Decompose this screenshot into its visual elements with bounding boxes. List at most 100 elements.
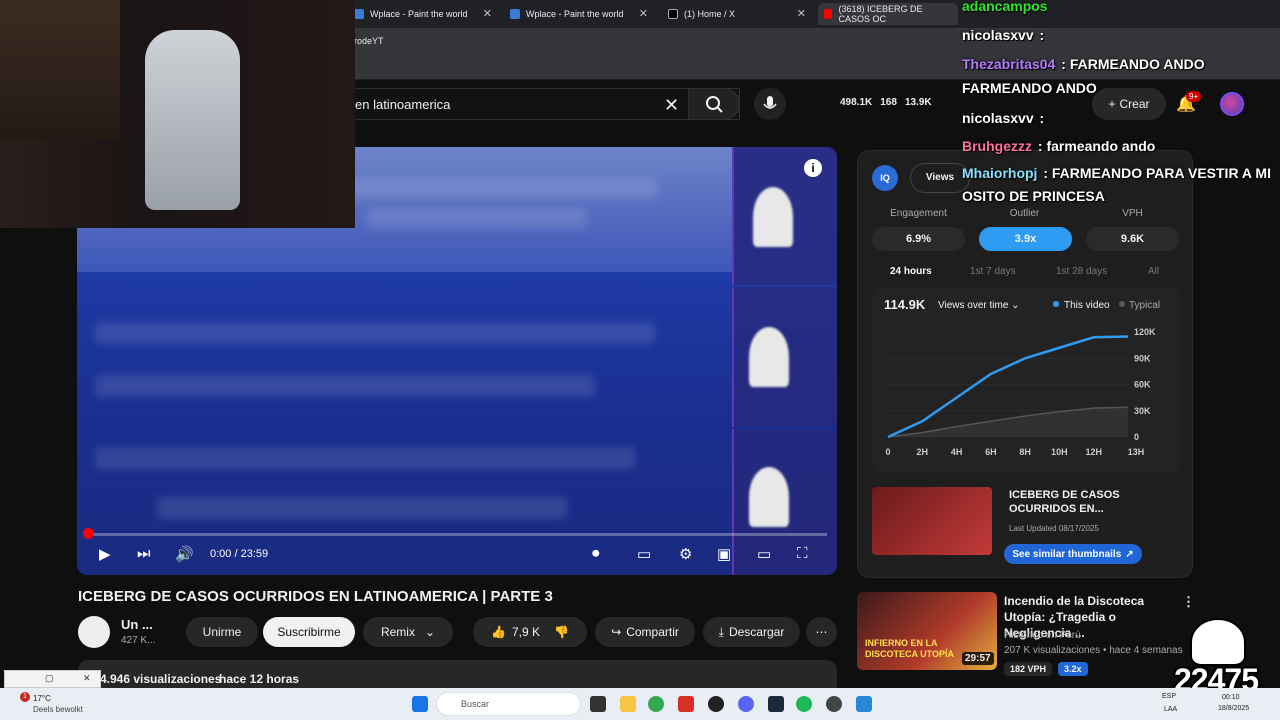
- metric-vph: 9.6K: [1086, 227, 1179, 251]
- share-icon: ↪: [611, 625, 622, 639]
- chat-text: : FARMEANDO ANDO: [1061, 56, 1205, 72]
- close-icon[interactable]: ✕: [83, 673, 91, 684]
- weather-temperature[interactable]: 17°C: [33, 694, 51, 703]
- tab-label: (3618) ICEBERG DE CASOS OC: [838, 4, 923, 24]
- progress-scrubber[interactable]: [83, 528, 94, 539]
- chat-username: Thezabritas04: [962, 56, 1056, 72]
- recommended-meta: 207 K visualizaciones • hace 4 semanas: [1004, 645, 1183, 656]
- search-button[interactable]: [688, 88, 740, 120]
- remix-label: Remix: [380, 625, 415, 639]
- windows-taskbar: [0, 688, 1280, 720]
- progress-bar[interactable]: [87, 533, 827, 536]
- app-icon[interactable]: [856, 696, 872, 712]
- stick-figure: [753, 187, 793, 247]
- tab-x-home[interactable]: (1) Home / X ✕: [662, 3, 812, 25]
- clock-time[interactable]: 00:10: [1222, 694, 1240, 701]
- blurred-text: [367, 207, 587, 229]
- app-icon[interactable]: [678, 696, 694, 712]
- share-button[interactable]: ↪ Compartir: [595, 617, 695, 647]
- like-button[interactable]: 👍 7,9 K 👎: [473, 617, 587, 647]
- chrome-icon[interactable]: [648, 696, 664, 712]
- x-tick-label: 2H: [917, 447, 929, 457]
- minimize-icon[interactable]: ▢: [45, 673, 54, 684]
- legend-dot-this: [1053, 301, 1059, 307]
- x-tick-label: 13H: [1128, 447, 1145, 457]
- extension-stats: 498.1K 168 13.9K: [840, 97, 932, 108]
- range-24h[interactable]: 24 hours: [890, 266, 932, 277]
- x-tick-label: 12H: [1085, 447, 1102, 457]
- chat-message: Mhaiorhopj : FARMEANDO PARA VESTIR A MI: [962, 165, 1271, 181]
- channel-avatar[interactable]: [78, 616, 110, 648]
- tab-wplace-2[interactable]: Wplace - Paint the world ✕: [504, 3, 654, 25]
- more-vert-icon[interactable]: ⋮: [1182, 594, 1195, 610]
- join-button[interactable]: Unirme: [186, 617, 258, 647]
- chat-message: nicolasxvv :: [962, 27, 1044, 43]
- x-tick-label: 0: [885, 447, 890, 457]
- stick-figure: [749, 467, 789, 527]
- discord-icon[interactable]: [738, 696, 754, 712]
- extension-logo: IQ: [872, 165, 898, 191]
- stat-views: 498.1K: [840, 97, 873, 108]
- fullscreen-icon[interactable]: ⛶: [797, 545, 808, 562]
- range-7d[interactable]: 1st 7 days: [970, 266, 1016, 277]
- x-tick-label: 6H: [985, 447, 997, 457]
- thumbnail-title: ICEBERG DE CASOS OCURRIDOS EN...: [1009, 489, 1120, 515]
- steam-icon[interactable]: [768, 696, 784, 712]
- app-icon[interactable]: [826, 696, 842, 712]
- close-icon[interactable]: ✕: [639, 7, 648, 20]
- see-similar-thumbnails-button[interactable]: See similar thumbnails ↗: [1004, 544, 1142, 564]
- recommended-channel[interactable]: Histórico en Perú: [1004, 630, 1081, 641]
- spotify-icon[interactable]: [796, 696, 812, 712]
- chat-message: Bruhgezzz : farmeando ando: [962, 138, 1155, 154]
- voice-search-button[interactable]: [754, 88, 786, 120]
- input-language[interactable]: ESP: [1162, 693, 1176, 700]
- play-icon[interactable]: ▶: [99, 545, 111, 563]
- clock-date: 18/8/2025: [1218, 705, 1250, 712]
- next-icon[interactable]: ⏭: [137, 545, 151, 562]
- clear-search-icon[interactable]: ✕: [664, 95, 679, 116]
- range-all[interactable]: All: [1148, 266, 1159, 277]
- y-tick-label: 60K: [1134, 380, 1151, 390]
- chat-message: adancampos: [962, 0, 1050, 14]
- tab-label: Wplace - Paint the world: [526, 9, 624, 19]
- weather-alert-badge: 1: [20, 692, 30, 702]
- close-icon[interactable]: ✕: [483, 7, 492, 20]
- volume-icon[interactable]: 🔊: [175, 545, 194, 563]
- tab-label: (1) Home / X: [684, 9, 736, 19]
- chat-username: Bruhgezzz: [962, 138, 1032, 154]
- chart-total-views: 114.9K: [884, 297, 926, 312]
- file-explorer-icon[interactable]: [620, 696, 636, 712]
- mini-window[interactable]: ▢ ✕: [4, 670, 101, 688]
- tab-youtube-active[interactable]: (3618) ICEBERG DE CASOS OC: [818, 3, 958, 25]
- chevron-down-icon: ⌄: [424, 625, 436, 639]
- info-icon[interactable]: i: [804, 159, 822, 177]
- tab-wplace-1[interactable]: Wplace - Paint the world ✕: [348, 3, 498, 25]
- search-input[interactable]: en latinoamerica: [340, 88, 740, 120]
- channel-name[interactable]: Un ...: [121, 617, 153, 632]
- subtitles-icon[interactable]: ▭: [637, 545, 651, 563]
- thumbnail-preview[interactable]: [872, 487, 992, 555]
- miniplayer-icon[interactable]: ▣: [717, 545, 731, 563]
- chat-message: FARMEANDO ANDO: [962, 80, 1097, 96]
- task-view-icon[interactable]: [590, 696, 606, 712]
- address-text: rodeYT: [354, 36, 384, 46]
- download-button[interactable]: ⤓ Descargar: [703, 617, 800, 647]
- ghost-mascot: [1190, 618, 1246, 666]
- more-actions-icon[interactable]: ⋯: [806, 617, 837, 647]
- taskbar-search[interactable]: Buscar: [436, 692, 581, 716]
- remix-button[interactable]: Remix ⌄: [363, 617, 453, 647]
- close-icon[interactable]: ✕: [797, 7, 806, 20]
- range-28d[interactable]: 1st 28 days: [1056, 266, 1107, 277]
- video-title: ICEBERG DE CASOS OCURRIDOS EN LATINOAMER…: [78, 588, 553, 605]
- settings-gear-icon[interactable]: ⚙: [679, 545, 692, 563]
- obs-icon[interactable]: [708, 696, 724, 712]
- subscribe-button[interactable]: Suscribirme: [263, 617, 355, 647]
- thumbs-down-icon[interactable]: 👎: [554, 625, 569, 639]
- video-duration: 29:57: [962, 652, 994, 665]
- autoplay-toggle[interactable]: ⏺: [592, 545, 600, 562]
- chat-username: adancampos: [962, 0, 1048, 14]
- theater-mode-icon[interactable]: ▭: [757, 545, 771, 563]
- windows-start-icon[interactable]: [412, 696, 428, 712]
- download-icon: ⤓: [718, 624, 724, 639]
- stat-likes: 168: [880, 97, 897, 108]
